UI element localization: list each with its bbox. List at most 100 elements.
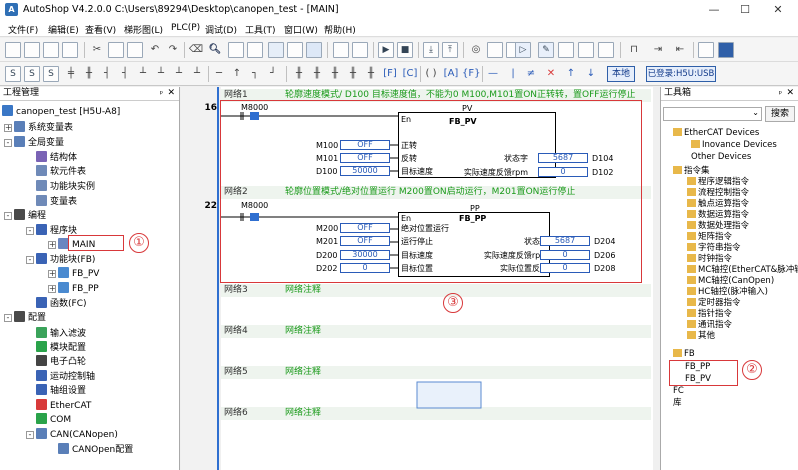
device-icon[interactable]: ⊓ [626, 42, 642, 58]
close-panel-icon[interactable]: ✕ [786, 87, 794, 100]
run-icon[interactable]: ▶ [378, 42, 394, 58]
coil-icon[interactable]: ( ) [424, 66, 438, 82]
fb-instr-icon[interactable]: {F} [462, 66, 480, 82]
fall-contact-icon[interactable]: ╫ [310, 66, 324, 82]
tb-fb[interactable]: FB [673, 348, 695, 360]
minimize-button[interactable]: — [700, 2, 728, 18]
expand-toggle-icon[interactable]: + [48, 285, 56, 293]
window-cascade-icon[interactable] [287, 42, 303, 58]
branch-pulse-icon[interactable]: ┴ [172, 66, 186, 82]
tree-fb-pp[interactable]: FB_PP [58, 282, 99, 296]
login-icon[interactable]: ⇥ [650, 42, 666, 58]
vline-up-icon[interactable]: ↑ [230, 66, 244, 82]
replace-icon[interactable] [228, 42, 244, 58]
toolbox-filter-select[interactable]: ⌄ [663, 107, 762, 121]
align-icon[interactable] [578, 42, 594, 58]
tb-ethercat-devices[interactable]: EtherCAT Devices [673, 127, 759, 139]
logout-icon[interactable]: ⇤ [672, 42, 688, 58]
pin-icon[interactable]: ᵖ [779, 87, 782, 100]
arrow-up-icon[interactable]: ↑ [564, 66, 578, 82]
tree-canopen[interactable]: CAN(CANopen) [36, 428, 118, 442]
delete-icon[interactable]: ⌫ [188, 42, 204, 58]
func-block-icon[interactable]: [F] [382, 66, 398, 82]
download-icon[interactable]: ⤓ [423, 42, 439, 58]
corner2-icon[interactable]: ┘ [266, 66, 280, 82]
panel-icon[interactable] [718, 42, 734, 58]
branch-down-icon[interactable]: ┴ [190, 66, 204, 82]
tree-element-table[interactable]: 软元件表 [36, 165, 86, 179]
tree-global-vars[interactable]: 全局变量 [14, 136, 64, 150]
tree-fc[interactable]: 函数(FC) [36, 297, 86, 311]
contact-nc-icon[interactable]: ╫ [82, 66, 96, 82]
tree-motion-axis[interactable]: 运动控制轴 [36, 370, 95, 384]
expand-toggle-icon[interactable]: - [26, 256, 34, 264]
print-icon[interactable] [247, 42, 263, 58]
tree-axis-group[interactable]: 轴组设置 [36, 384, 86, 398]
expand-toggle-icon[interactable]: - [4, 139, 12, 147]
tree-ethercat[interactable]: EtherCAT [36, 399, 91, 413]
rise-contact-icon[interactable]: ╫ [292, 66, 306, 82]
open-file-icon[interactable] [24, 42, 40, 58]
copy-icon[interactable] [108, 42, 124, 58]
tree-canopen-config[interactable]: CANOpen配置 [58, 443, 133, 457]
delete-vline-icon[interactable]: ✕ [544, 66, 558, 82]
ladder-f5-icon[interactable]: S [5, 66, 21, 82]
branch-up-icon[interactable]: ┴ [154, 66, 168, 82]
expand-toggle-icon[interactable]: - [26, 227, 34, 235]
menu-window[interactable]: 窗口(W) [284, 23, 318, 36]
maximize-button[interactable]: ☐ [731, 2, 759, 18]
save-icon[interactable] [43, 42, 59, 58]
menu-view[interactable]: 查看(V) [85, 23, 116, 36]
hline-icon[interactable]: ─ [212, 66, 226, 82]
tb-lib[interactable]: 库 [673, 397, 682, 409]
monitor-stop-icon[interactable] [487, 42, 503, 58]
list-icon[interactable] [598, 42, 614, 58]
tree-struct[interactable]: 结构体 [36, 151, 77, 165]
contact-parallel-nc-icon[interactable]: ┤ [118, 66, 132, 82]
tree-programming[interactable]: 编程 [14, 209, 46, 223]
help-book-icon[interactable] [698, 42, 714, 58]
stop-icon[interactable]: ■ [397, 42, 413, 58]
network-cursor[interactable] [416, 381, 482, 409]
local-connection-button[interactable]: 本地 [607, 66, 635, 82]
vline-draw-icon[interactable]: | [506, 66, 520, 82]
tb-other-devices[interactable]: Other Devices [691, 151, 751, 163]
save-all-icon[interactable] [62, 42, 78, 58]
compile-icon[interactable] [333, 42, 349, 58]
cut-icon[interactable]: ✂ [89, 42, 105, 58]
expand-toggle-icon[interactable]: + [48, 241, 56, 249]
tree-var-table[interactable]: 变量表 [36, 195, 77, 209]
window-tile-icon[interactable] [268, 42, 284, 58]
menu-edit[interactable]: 编辑(E) [48, 23, 79, 36]
rise-parallel-icon[interactable]: ╫ [328, 66, 342, 82]
login-status-button[interactable]: 已登录:H5U:USB [646, 66, 716, 82]
compile-all-icon[interactable] [352, 42, 368, 58]
redo-icon[interactable]: ↷ [166, 42, 180, 58]
new-file-icon[interactable] [5, 42, 21, 58]
undo-icon[interactable]: ↶ [148, 42, 162, 58]
menu-debug[interactable]: 调试(D) [205, 23, 237, 36]
close-button[interactable]: ✕ [764, 2, 792, 18]
expand-toggle-icon[interactable]: - [4, 212, 12, 220]
tree-system-vars[interactable]: 系统变量表 [14, 121, 73, 135]
tree-fb-folder[interactable]: 功能块(FB) [36, 253, 95, 267]
expand-toggle-icon[interactable]: - [26, 431, 34, 439]
search-button[interactable]: 搜索 [765, 106, 795, 122]
write-mode-icon[interactable]: ✎ [538, 42, 554, 58]
apply-instr-icon[interactable]: [A] [443, 66, 459, 82]
tb-other[interactable]: 其他 [687, 330, 715, 342]
contact-no-icon[interactable]: ╪ [64, 66, 78, 82]
func-block2-icon[interactable]: [C] [402, 66, 418, 82]
corner-icon[interactable]: ┐ [248, 66, 262, 82]
tree-fb-instances[interactable]: 功能块实例 [36, 180, 95, 194]
branch-icon[interactable]: ┴ [136, 66, 150, 82]
arrow-down-icon[interactable]: ↓ [584, 66, 598, 82]
hline-draw-icon[interactable]: — [486, 66, 500, 82]
menu-plc[interactable]: PLC(P) [171, 23, 200, 33]
tree-input-filter[interactable]: 输入滤波 [36, 327, 86, 341]
menu-file[interactable]: 文件(F) [8, 23, 38, 36]
search-icon[interactable]: 🔍︎ [207, 42, 223, 58]
paste-icon[interactable] [127, 42, 143, 58]
monitor-mode-icon[interactable]: ▷ [515, 42, 531, 58]
upload-icon[interactable]: ⤒ [442, 42, 458, 58]
